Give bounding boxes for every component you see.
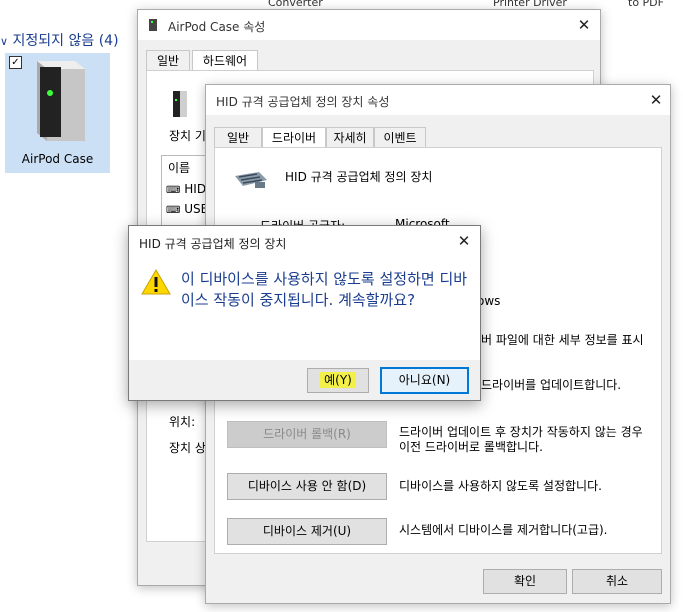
disable-device-button[interactable]: 디바이스 사용 안 함(D) <box>227 473 387 500</box>
dialog-title: HID 규격 공급업체 정의 장치 <box>139 237 287 251</box>
location-label: 위치: <box>169 415 196 429</box>
remove-description: 시스템에서 디바이스를 제거합니다(고급). <box>399 523 608 537</box>
ok-button[interactable]: 확인 <box>483 569 567 594</box>
keyboard-icon: ⌨ <box>166 185 181 196</box>
device-label: 장치 기 <box>169 129 206 143</box>
hid-device-icon <box>235 172 267 188</box>
cancel-button[interactable]: 취소 <box>572 569 662 594</box>
window-title: HID 규격 공급업체 정의 장치 속성 <box>216 95 390 109</box>
tab-events[interactable]: 이벤트 <box>374 127 426 148</box>
titlebar: AirPod Case 속성 ✕ <box>138 10 600 40</box>
warning-icon <box>141 269 171 295</box>
keyboard-icon: ⌨ <box>166 205 181 216</box>
close-icon[interactable]: ✕ <box>574 16 594 34</box>
no-button[interactable]: 아니요(N) <box>380 367 469 394</box>
yes-button-label: 예(Y) <box>320 372 356 388</box>
dialog-message: 이 디바이스를 사용하지 않도록 설정하면 디바이스 작동이 중지됩니다. 계속… <box>181 270 468 309</box>
yes-button[interactable]: 예(Y) <box>307 368 369 393</box>
tile-label: AirPod Case <box>21 152 94 166</box>
device-tower-icon <box>37 61 85 141</box>
partial-description: 드라이버를 업데이트합니다. <box>481 378 622 392</box>
remove-device-button[interactable]: 디바이스 제거(U) <box>227 518 387 545</box>
group-header-label: 지정되지 않음 (4) <box>12 33 119 49</box>
list-item[interactable]: ⌨ HID <box>166 182 206 196</box>
status-label: 장치 상 <box>169 441 206 455</box>
dialog-footer: 예(Y) 아니요(N) <box>129 360 480 400</box>
group-header[interactable]: ∨ 지정되지 않음 (4) <box>0 30 119 50</box>
background-text: Converter <box>268 0 323 9</box>
rollback-driver-button[interactable]: 드라이버 롤백(R) <box>227 421 387 448</box>
background-text: Printer Driver <box>493 0 567 9</box>
rollback-description: 드라이버 업데이트 후 장치가 작동하지 않는 경우 이전 드라이버로 롤백합니… <box>399 425 643 454</box>
list-item[interactable]: ⌨ USB <box>166 202 209 216</box>
tab-general[interactable]: 일반 <box>146 50 190 71</box>
tab-details[interactable]: 자세히 <box>326 127 374 148</box>
partial-description: 버 파일에 대한 세부 정보를 표시 <box>481 333 644 347</box>
tab-general[interactable]: 일반 <box>214 127 262 148</box>
device-tower-icon <box>173 91 187 117</box>
titlebar: HID 규격 공급업체 정의 장치 속성 ✕ <box>206 85 670 115</box>
disable-description: 디바이스를 사용하지 않도록 설정합니다. <box>399 479 602 493</box>
device-name: HID 규격 공급업체 정의 장치 <box>285 170 433 184</box>
window-title: AirPod Case 속성 <box>168 20 266 34</box>
close-icon[interactable]: ✕ <box>646 91 666 109</box>
confirm-dialog: HID 규격 공급업체 정의 장치 ✕ 이 디바이스를 사용하지 않도록 설정하… <box>128 225 481 401</box>
chevron-down-icon: ∨ <box>0 35 9 48</box>
list-item-label: HID <box>184 182 207 196</box>
tile-checkbox[interactable]: ✓ <box>9 56 22 69</box>
background-text: to PDF <box>628 0 664 9</box>
device-small-icon <box>149 19 157 31</box>
list-header: 이름 <box>168 161 191 175</box>
close-icon[interactable]: ✕ <box>454 232 474 250</box>
